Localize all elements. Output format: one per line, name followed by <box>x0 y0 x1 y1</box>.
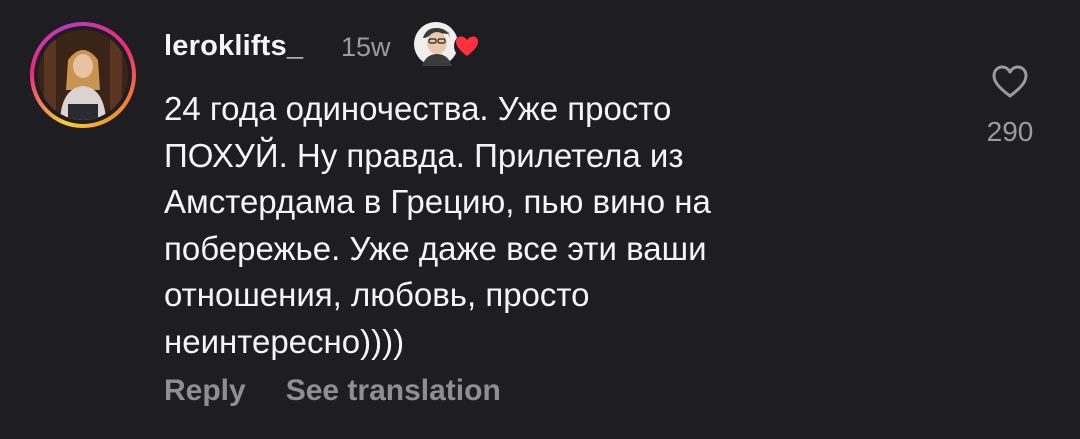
comment-line: Амстердама в Грецию, пью вино на <box>164 183 711 220</box>
timestamp: 15w <box>341 32 391 62</box>
avatar[interactable] <box>38 30 128 120</box>
heart-outline-icon[interactable] <box>989 60 1031 102</box>
comment-actions: Reply See translation <box>164 374 501 408</box>
liked-by-creator-badge <box>412 20 484 68</box>
reply-button[interactable]: Reply <box>164 374 246 407</box>
comment-line: отношения, любовь, просто <box>164 276 590 313</box>
comment-item: leroklifts_ 15w 24 года одиночества. Уже… <box>0 0 1080 439</box>
see-translation-button[interactable]: See translation <box>286 374 501 407</box>
red-heart-icon <box>454 33 480 59</box>
username[interactable]: leroklifts_ <box>164 30 303 63</box>
comment-line: побережье. Уже даже все эти ваши <box>164 229 707 267</box>
comment-text: 24 года одиночества. Уже просто ПОХУЙ. Н… <box>164 86 864 365</box>
avatar-photo <box>38 30 128 120</box>
like-control: 290 <box>972 60 1048 148</box>
comment-line: 24 года одиночества. Уже просто <box>164 90 672 127</box>
comment-line: ПОХУЙ. Ну правда. Прилетела из <box>164 136 684 174</box>
comment-line: неинтересно)))) <box>164 322 405 360</box>
creator-avatar <box>414 22 458 66</box>
like-count: 290 <box>986 116 1034 147</box>
avatar-story-ring[interactable] <box>30 22 136 128</box>
